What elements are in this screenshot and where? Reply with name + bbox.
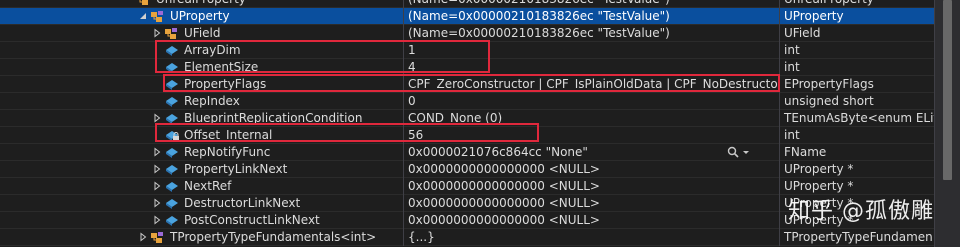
field-icon <box>164 162 180 177</box>
field-lock-icon <box>164 128 180 143</box>
variable-name: RepIndex <box>184 94 240 108</box>
collapsed-triangle-icon[interactable] <box>152 164 162 174</box>
value-cell[interactable]: 0x0000000000000000 <NULL> <box>405 178 780 195</box>
variable-name: UnrealProperty <box>156 0 246 7</box>
variable-name: UField <box>184 26 221 40</box>
collapsed-triangle-icon[interactable] <box>152 28 162 38</box>
type-cell: TEnumAsByte<enum ELif... <box>784 111 934 125</box>
vertical-scrollbar[interactable] <box>934 0 960 247</box>
name-cell[interactable]: PostConstructLinkNext <box>0 212 404 229</box>
type-cell: TPropertyTypeFundamen... <box>784 230 934 244</box>
name-cell[interactable]: NextRef <box>0 178 404 195</box>
collapsed-triangle-icon[interactable] <box>138 232 148 242</box>
type-cell: UnrealProperty <box>782 0 934 8</box>
variable-name: ElementSize <box>184 60 259 74</box>
value-cell[interactable]: 56 <box>405 127 780 144</box>
value-cell[interactable]: CPF_ZeroConstructor | CPF_IsPlainOldData… <box>405 76 780 93</box>
watch-row[interactable]: PropertyLinkNext 0x0000000000000000 <NULL… <box>0 161 934 178</box>
watch-row[interactable]: Offset_Internal 56 int <box>0 127 934 144</box>
type-cell: unsigned short <box>784 94 874 108</box>
name-cell[interactable]: ElementSize <box>0 59 404 76</box>
variable-name: NextRef <box>184 179 232 193</box>
variable-name: PropertyLinkNext <box>184 162 288 176</box>
name-cell[interactable]: DestructorLinkNext <box>0 195 404 212</box>
collapsed-triangle-icon[interactable] <box>152 147 162 157</box>
value-cell[interactable]: (Name=0x00000210183826ec "TestValue") <box>405 8 780 25</box>
field-icon <box>164 179 180 194</box>
collapsed-triangle-icon[interactable] <box>152 181 162 191</box>
name-cell[interactable]: UField <box>0 25 404 42</box>
magnifier-icon[interactable] <box>725 144 753 161</box>
name-cell[interactable]: UnrealProperty <box>0 0 404 8</box>
type-cell: int <box>784 43 800 57</box>
field-icon <box>164 196 180 211</box>
value-cell[interactable]: 0 <box>405 93 780 110</box>
watch-row[interactable]: ElementSize 4 int <box>0 59 934 76</box>
watch-row[interactable]: UnrealProperty(Name=0x00000210183826ec "… <box>0 0 934 8</box>
collapsed-triangle-icon[interactable] <box>152 198 162 208</box>
field-icon <box>164 145 180 160</box>
value-cell[interactable]: 0x0000000000000000 <NULL> <box>405 212 780 229</box>
watch-row[interactable]: TPropertyTypeFundamentals<int> {...} TProp… <box>0 229 934 246</box>
type-cell: UField <box>784 26 821 40</box>
variable-name: Offset_Internal <box>184 128 273 142</box>
class-icon <box>136 0 152 7</box>
value-cell[interactable]: 0x0000000000000000 <NULL> <box>405 195 780 212</box>
name-cell[interactable]: PropertyLinkNext <box>0 161 404 178</box>
watch-row[interactable]: UProperty (Name=0x00000210183826ec "TestV… <box>0 8 934 25</box>
value-cell[interactable]: 0x0000000000000000 <NULL> <box>405 161 780 178</box>
class-icon <box>150 230 166 245</box>
type-cell: EPropertyFlags <box>784 77 874 91</box>
watch-row[interactable]: BlueprintReplicationCondition COND_None (… <box>0 110 934 127</box>
name-cell[interactable]: ArrayDim <box>0 42 404 59</box>
value-cell[interactable]: 4 <box>405 59 780 76</box>
value-cell[interactable]: COND_None (0) <box>405 110 780 127</box>
variable-name: UProperty <box>170 9 230 23</box>
field-icon <box>164 94 180 109</box>
collapsed-triangle-icon[interactable] <box>152 113 162 123</box>
field-icon <box>164 77 180 92</box>
type-cell: FName <box>784 145 827 159</box>
watermark: 知乎 @孤傲雕 <box>788 199 934 224</box>
class-icon <box>150 9 166 24</box>
field-icon <box>164 43 180 58</box>
watch-row[interactable]: ArrayDim 1 int <box>0 42 934 59</box>
variable-name: DestructorLinkNext <box>184 196 301 210</box>
value-cell[interactable]: {...} <box>405 229 780 246</box>
name-cell[interactable]: BlueprintReplicationCondition <box>0 110 404 127</box>
type-cell: UProperty * <box>784 162 854 176</box>
collapsed-triangle-icon[interactable] <box>152 215 162 225</box>
field-icon <box>164 60 180 75</box>
value-cell[interactable]: (Name=0x00000210183826ec "TestValue") <box>405 25 780 42</box>
name-cell[interactable]: UProperty <box>0 8 404 25</box>
type-cell: int <box>784 60 800 74</box>
value-cell[interactable]: (Name=0x00000210183826ec "TestValue") <box>405 0 780 8</box>
field-icon <box>164 213 180 228</box>
name-cell[interactable]: TPropertyTypeFundamentals<int> <box>0 229 404 246</box>
name-cell[interactable]: RepNotifyFunc <box>0 144 404 161</box>
type-cell: int <box>784 128 800 142</box>
variable-name: PostConstructLinkNext <box>184 213 320 227</box>
name-cell[interactable]: Offset_Internal <box>0 127 404 144</box>
expanded-triangle-icon[interactable] <box>138 11 148 21</box>
type-cell: UProperty <box>784 9 844 23</box>
variable-name: TPropertyTypeFundamentals<int> <box>170 230 377 244</box>
variable-name: RepNotifyFunc <box>184 145 271 159</box>
name-cell[interactable]: RepIndex <box>0 93 404 110</box>
watch-row[interactable]: RepIndex 0 unsigned short <box>0 93 934 110</box>
watch-row[interactable]: RepNotifyFunc 0x0000021076c864cc "None" FN… <box>0 144 934 161</box>
variable-name: PropertyFlags <box>184 77 267 91</box>
variable-name: ArrayDim <box>184 43 241 57</box>
name-cell[interactable]: PropertyFlags <box>0 76 404 93</box>
watch-row[interactable]: UField (Name=0x00000210183826ec "TestValu… <box>0 25 934 42</box>
field-icon <box>164 111 180 126</box>
watch-row[interactable]: PropertyFlags CPF_ZeroConstructor | CPF_I… <box>0 76 934 93</box>
value-cell[interactable]: 1 <box>405 42 780 59</box>
value-cell[interactable]: 0x0000021076c864cc "None" <box>405 144 780 161</box>
scrollbar-thumb[interactable] <box>943 0 952 180</box>
variable-name: BlueprintReplicationCondition <box>184 111 363 125</box>
class-icon <box>164 26 180 41</box>
